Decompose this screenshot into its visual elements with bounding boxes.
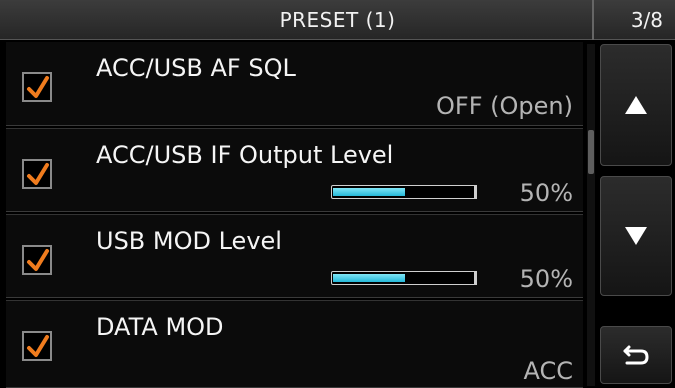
scrollbar-thumb[interactable] [588, 130, 594, 174]
item-value: 50% [519, 265, 573, 293]
page-title: PRESET (1) [279, 8, 396, 32]
checkbox[interactable] [22, 72, 52, 102]
down-arrow-icon [625, 227, 647, 245]
header-divider [592, 0, 594, 40]
checkmark-icon [27, 249, 49, 271]
return-icon [623, 345, 649, 365]
checkbox[interactable] [22, 245, 52, 275]
checkbox[interactable] [22, 331, 52, 361]
item-value: OFF (Open) [436, 92, 573, 120]
preset-item-acc-usb-af-sql[interactable]: ACC/USB AF SQL OFF (Open) [6, 42, 583, 126]
level-bar [331, 271, 477, 285]
preset-item-data-mod[interactable]: DATA MOD ACC [6, 300, 583, 388]
item-label: ACC/USB AF SQL [96, 54, 296, 82]
preset-item-usb-mod-level[interactable]: USB MOD Level 50% [6, 214, 583, 298]
scrollbar-track[interactable] [587, 44, 595, 386]
checkmark-icon [27, 335, 49, 357]
level-bar [331, 185, 477, 199]
level-bar-fill [333, 274, 405, 282]
level-bar-end [474, 271, 477, 285]
level-bar-end [474, 185, 477, 199]
page-indicator: 3/8 [630, 8, 663, 32]
item-label: USB MOD Level [96, 227, 282, 255]
scroll-up-button[interactable] [600, 44, 672, 166]
item-label: ACC/USB IF Output Level [96, 141, 394, 169]
level-bar-fill [333, 188, 405, 196]
item-value: ACC [523, 357, 573, 385]
item-label: DATA MOD [96, 313, 224, 341]
checkmark-icon [27, 76, 49, 98]
item-value: 50% [519, 179, 573, 207]
preset-list: ACC/USB AF SQL OFF (Open) ACC/USB IF Out… [0, 42, 583, 388]
checkmark-icon [27, 163, 49, 185]
up-arrow-icon [625, 96, 647, 114]
checkbox[interactable] [22, 159, 52, 189]
preset-item-acc-usb-if-output-level[interactable]: ACC/USB IF Output Level 50% [6, 128, 583, 212]
title-bar: PRESET (1) 3/8 [0, 0, 675, 40]
return-button[interactable] [600, 326, 672, 384]
scroll-down-button[interactable] [600, 176, 672, 296]
